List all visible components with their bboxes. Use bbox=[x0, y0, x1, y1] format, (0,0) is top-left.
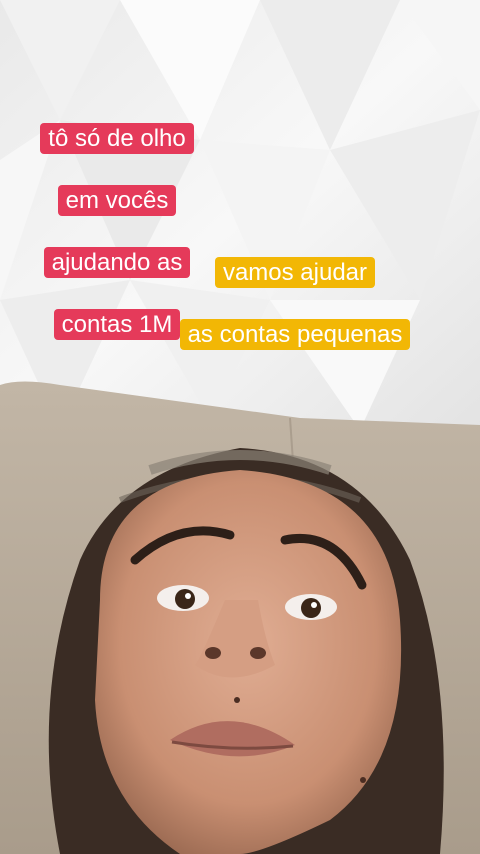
video-frame: tô só de olho em vocês ajudando as conta… bbox=[0, 0, 480, 854]
caption-yellow-line-1: vamos ajudar bbox=[214, 257, 376, 288]
face bbox=[95, 470, 402, 854]
caption-red-line-4: contas 1M bbox=[53, 309, 181, 340]
caption-yellow: vamos ajudar as contas pequenas bbox=[164, 226, 426, 381]
caption-red-line-2: em vocês bbox=[57, 185, 177, 216]
caption-yellow-line-2: as contas pequenas bbox=[179, 319, 411, 350]
caption-red-line-1: tô só de olho bbox=[40, 123, 194, 154]
